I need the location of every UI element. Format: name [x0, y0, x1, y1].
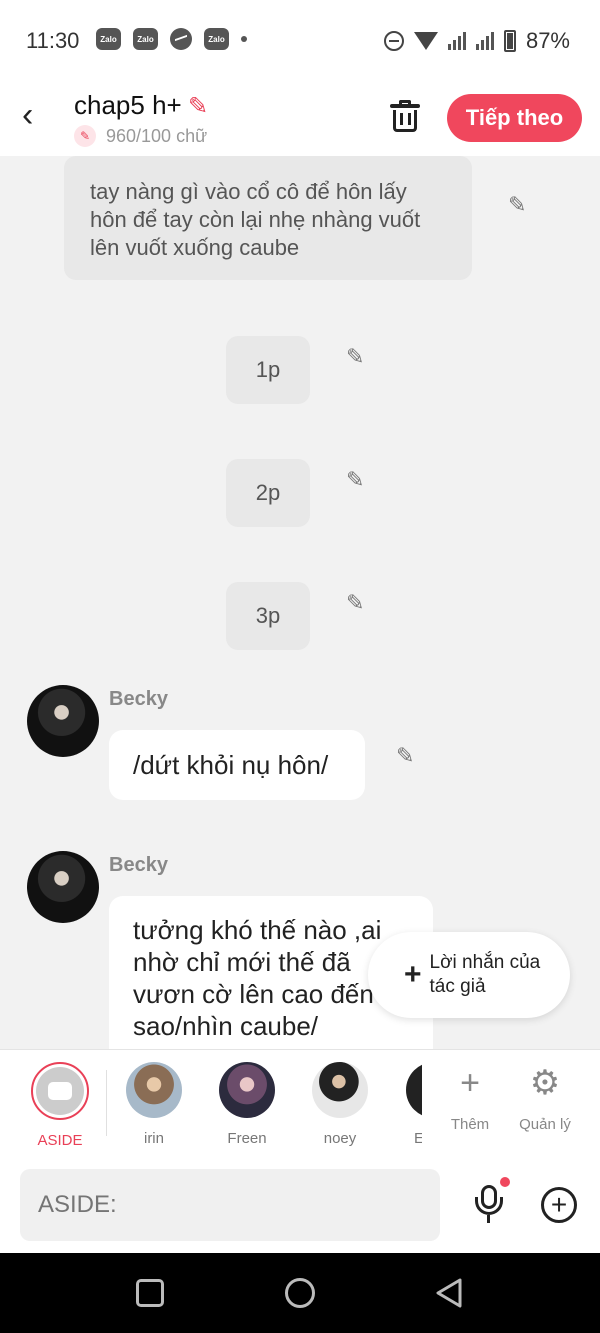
edit-pencil-icon[interactable]: ✎	[346, 467, 364, 493]
pencil-badge-icon: ✎	[74, 125, 96, 147]
notification-icons: Zalo Zalo Zalo	[96, 28, 247, 50]
battery-percent: 87%	[525, 28, 570, 53]
sender-name: Becky	[109, 854, 168, 876]
back-triangle-icon[interactable]	[434, 1277, 464, 1309]
character-bar: ASIDE irin Freen noey E + Thêm ⚙ Quản lý	[0, 1049, 600, 1157]
do-not-disturb-icon	[383, 31, 404, 51]
character-name: noey	[323, 1130, 357, 1147]
message-input[interactable]	[20, 1169, 440, 1241]
signal-icon	[475, 32, 494, 50]
plus-icon: +	[460, 1064, 480, 1102]
narration-bubble[interactable]: tay nàng gì vào cổ cô để hôn lấy hôn để …	[64, 156, 472, 280]
signal-icon	[447, 32, 466, 50]
editor-header: ‹ chap5 h+ ✎ ✎ 960/100 chữ Tiếp theo	[0, 80, 600, 156]
battery-icon	[503, 30, 516, 52]
character-irin[interactable]: irin	[119, 1062, 189, 1147]
character-name: ASIDE	[37, 1132, 83, 1149]
narration-bubble[interactable]: 3p	[226, 582, 310, 650]
edit-pencil-icon[interactable]: ✎	[396, 743, 414, 769]
character-aside[interactable]: ASIDE	[25, 1062, 95, 1149]
character-name: E	[414, 1130, 422, 1147]
divider	[106, 1070, 107, 1136]
avatar	[126, 1062, 182, 1118]
edit-title-pencil-icon[interactable]: ✎	[188, 92, 208, 121]
back-arrow-icon[interactable]: ‹	[22, 98, 52, 132]
plus-icon: +	[404, 958, 422, 991]
wifi-icon	[413, 32, 438, 50]
character-e[interactable]: E	[382, 1062, 422, 1147]
add-character-button[interactable]: + Thêm	[435, 1064, 505, 1133]
microphone-icon[interactable]	[472, 1185, 506, 1225]
chapter-title: chap5 h+	[74, 90, 182, 120]
edit-pencil-icon[interactable]: ✎	[346, 590, 364, 616]
manage-characters-button[interactable]: ⚙ Quản lý	[510, 1064, 580, 1133]
avatar	[406, 1062, 422, 1118]
character-name: irin	[143, 1130, 164, 1147]
character-name: Freen	[227, 1130, 267, 1147]
edit-pencil-icon[interactable]: ✎	[508, 192, 526, 218]
add-label: Thêm	[450, 1116, 490, 1133]
zalo-icon: Zalo	[133, 28, 158, 50]
edit-pencil-icon[interactable]: ✎	[346, 344, 364, 370]
avatar	[219, 1062, 275, 1118]
status-bar: 11:30 Zalo Zalo Zalo 87%	[0, 0, 600, 80]
messenger-icon	[170, 28, 192, 50]
chat-bubble[interactable]: /dứt khỏi nụ hôn/	[109, 730, 365, 800]
recording-indicator-dot	[500, 1177, 510, 1187]
system-navigation-bar	[0, 1253, 600, 1333]
recent-apps-icon[interactable]	[136, 1279, 164, 1307]
home-icon[interactable]	[285, 1278, 315, 1308]
zalo-icon: Zalo	[204, 28, 229, 50]
manage-label: Quản lý	[519, 1116, 571, 1133]
status-time: 11:30	[26, 28, 80, 53]
narration-bubble[interactable]: 2p	[226, 459, 310, 527]
avatar	[312, 1062, 368, 1118]
character-noey[interactable]: noey	[305, 1062, 375, 1147]
avatar	[27, 685, 99, 757]
next-button[interactable]: Tiếp theo	[447, 94, 582, 142]
author-note-label: Lời nhắn của tác giả	[429, 952, 541, 997]
aside-icon	[31, 1062, 89, 1120]
avatar	[27, 851, 99, 923]
more-notifications-dot	[241, 36, 247, 42]
composer-bar: +	[0, 1157, 600, 1253]
system-icons: 87%	[383, 28, 570, 54]
gear-icon: ⚙	[529, 1064, 561, 1102]
zalo-icon: Zalo	[96, 28, 121, 50]
character-freen[interactable]: Freen	[212, 1062, 282, 1147]
narration-bubble[interactable]: 1p	[226, 336, 310, 404]
word-count: 960/100 chữ	[106, 126, 208, 146]
author-note-button[interactable]: + Lời nhắn của tác giả	[368, 932, 570, 1018]
sender-name: Becky	[109, 688, 168, 710]
add-circle-icon[interactable]: +	[541, 1187, 577, 1223]
trash-icon[interactable]	[390, 100, 420, 132]
